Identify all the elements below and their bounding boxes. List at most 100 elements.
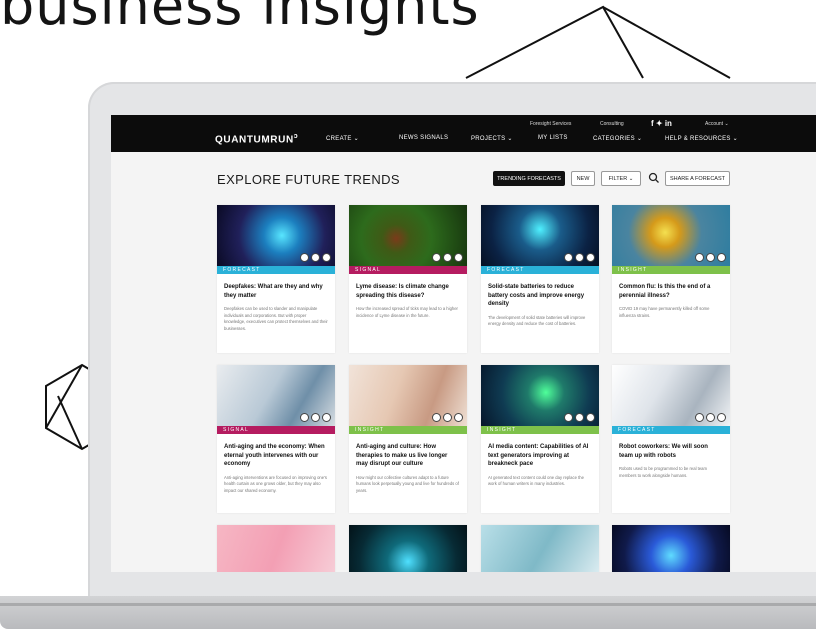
card-description: AI generated text content could one day … xyxy=(488,474,584,487)
save-icon[interactable] xyxy=(443,253,452,262)
card-image xyxy=(612,365,730,426)
card-image xyxy=(349,525,467,572)
laptop-screen: QUANTUMRUNↄ Foresight Services Consultin… xyxy=(111,115,816,572)
list-icon[interactable] xyxy=(322,253,331,262)
account-menu[interactable]: Account ⌄ xyxy=(705,121,729,127)
trend-card[interactable]: SIGNAL Lyme disease: Is climate change sp… xyxy=(349,205,467,353)
card-title[interactable]: AI media content: Capabilities of AI tex… xyxy=(481,434,599,469)
card-title[interactable]: Anti-aging and culture: How therapies to… xyxy=(349,434,467,469)
card-image xyxy=(217,365,335,426)
card-tag: INSIGHT xyxy=(481,426,599,434)
card-image xyxy=(612,525,730,572)
save-icon[interactable] xyxy=(575,413,584,422)
trend-card[interactable] xyxy=(612,525,730,572)
card-title[interactable]: Anti-aging and the economy: When eternal… xyxy=(217,434,335,469)
view-icon[interactable] xyxy=(300,413,309,422)
list-icon[interactable] xyxy=(586,253,595,262)
card-actions xyxy=(564,413,595,422)
view-icon[interactable] xyxy=(432,413,441,422)
list-icon[interactable] xyxy=(322,413,331,422)
view-icon[interactable] xyxy=(695,413,704,422)
card-tag: FORECAST xyxy=(217,266,335,274)
nav-projects[interactable]: PROJECTS ⌄ xyxy=(471,135,513,142)
card-image xyxy=(481,525,599,572)
save-icon[interactable] xyxy=(575,253,584,262)
card-description: COVID 19 may have permanently killed off… xyxy=(619,306,710,318)
link-consulting[interactable]: Consulting xyxy=(600,121,624,127)
card-description: The development of solid state batteries… xyxy=(488,314,586,327)
view-icon[interactable] xyxy=(564,253,573,262)
page-headline: business insights xyxy=(0,0,480,37)
view-icon[interactable] xyxy=(695,253,704,262)
nav-categories[interactable]: CATEGORIES ⌄ xyxy=(593,135,642,142)
card-tag: FORECAST xyxy=(612,426,730,434)
trend-card[interactable]: INSIGHT Common flu: Is this the end of a … xyxy=(612,205,730,353)
laptop-base xyxy=(0,596,816,629)
list-icon[interactable] xyxy=(454,413,463,422)
card-title[interactable]: Lyme disease: Is climate change spreadin… xyxy=(349,274,467,300)
save-icon[interactable] xyxy=(311,413,320,422)
card-image xyxy=(481,205,599,266)
list-icon[interactable] xyxy=(586,413,595,422)
trend-card[interactable]: INSIGHT Anti-aging and culture: How thera… xyxy=(349,365,467,513)
view-icon[interactable] xyxy=(432,253,441,262)
card-image xyxy=(481,365,599,426)
card-title[interactable]: Solid-state batteries to reduce battery … xyxy=(481,274,599,309)
link-foresight-services[interactable]: Foresight Services xyxy=(530,121,571,127)
trend-card[interactable] xyxy=(349,525,467,572)
quantumrun-logo[interactable]: QUANTUMRUNↄ xyxy=(215,133,298,145)
trend-card[interactable] xyxy=(481,525,599,572)
laptop-base-edge xyxy=(0,603,816,606)
logo-text: QUANTUMRUN xyxy=(215,134,294,146)
save-icon[interactable] xyxy=(706,253,715,262)
save-icon[interactable] xyxy=(706,413,715,422)
card-tag: FORECAST xyxy=(481,266,599,274)
card-actions xyxy=(564,253,595,262)
card-image xyxy=(217,205,335,266)
top-navigation: QUANTUMRUNↄ Foresight Services Consultin… xyxy=(111,115,816,152)
social-icons[interactable]: f ✦ in xyxy=(651,119,672,128)
card-title[interactable]: Deepfakes: What are they and why they ma… xyxy=(217,274,335,300)
list-icon[interactable] xyxy=(717,413,726,422)
save-icon[interactable] xyxy=(311,253,320,262)
nav-help-resources[interactable]: HELP & RESOURCES ⌄ xyxy=(665,135,738,142)
page-title: EXPLORE FUTURE TRENDS xyxy=(217,172,400,187)
card-description: How the increased spread of ticks may le… xyxy=(356,306,458,318)
card-actions xyxy=(300,413,331,422)
card-title[interactable]: Common flu: Is this the end of a perenni… xyxy=(612,274,730,300)
share-forecast-button[interactable]: SHARE A FORECAST xyxy=(665,171,730,186)
save-icon[interactable] xyxy=(443,413,452,422)
card-tag: SIGNAL xyxy=(349,266,467,274)
trend-card[interactable]: FORECAST Deepfakes: What are they and why… xyxy=(217,205,335,353)
search-icon[interactable] xyxy=(647,171,661,185)
card-description: Deepfakes can be used to slander and man… xyxy=(224,306,328,331)
trend-card[interactable]: INSIGHT AI media content: Capabilities of… xyxy=(481,365,599,513)
trend-card[interactable] xyxy=(217,525,335,572)
card-image xyxy=(349,205,467,266)
list-icon[interactable] xyxy=(717,253,726,262)
filter-button[interactable]: FILTER ⌄ xyxy=(601,171,641,186)
view-icon[interactable] xyxy=(300,253,309,262)
card-tag: INSIGHT xyxy=(349,426,467,434)
card-image xyxy=(349,365,467,426)
card-tag: INSIGHT xyxy=(612,266,730,274)
card-actions xyxy=(432,253,463,262)
view-icon[interactable] xyxy=(564,413,573,422)
card-actions xyxy=(300,253,331,262)
card-title[interactable]: Robot coworkers: We will soon team up wi… xyxy=(612,434,730,460)
card-actions xyxy=(695,413,726,422)
card-actions xyxy=(695,253,726,262)
nav-my-lists[interactable]: MY LISTS xyxy=(538,135,568,141)
nav-create[interactable]: CREATE ⌄ xyxy=(326,135,359,142)
trending-forecasts-button[interactable]: TRENDING FORECASTS xyxy=(493,171,565,186)
trend-card[interactable]: SIGNAL Anti-aging and the economy: When e… xyxy=(217,365,335,513)
trend-card[interactable]: FORECAST Robot coworkers: We will soon te… xyxy=(612,365,730,513)
card-image xyxy=(217,525,335,572)
new-button[interactable]: NEW xyxy=(571,171,595,186)
trend-card[interactable]: FORECAST Solid-state batteries to reduce … xyxy=(481,205,599,353)
card-image xyxy=(612,205,730,266)
card-tag: SIGNAL xyxy=(217,426,335,434)
nav-news-signals[interactable]: NEWS SIGNALS xyxy=(399,135,448,141)
list-icon[interactable] xyxy=(454,253,463,262)
card-description: Anti-aging interventions are focused on … xyxy=(224,474,327,493)
